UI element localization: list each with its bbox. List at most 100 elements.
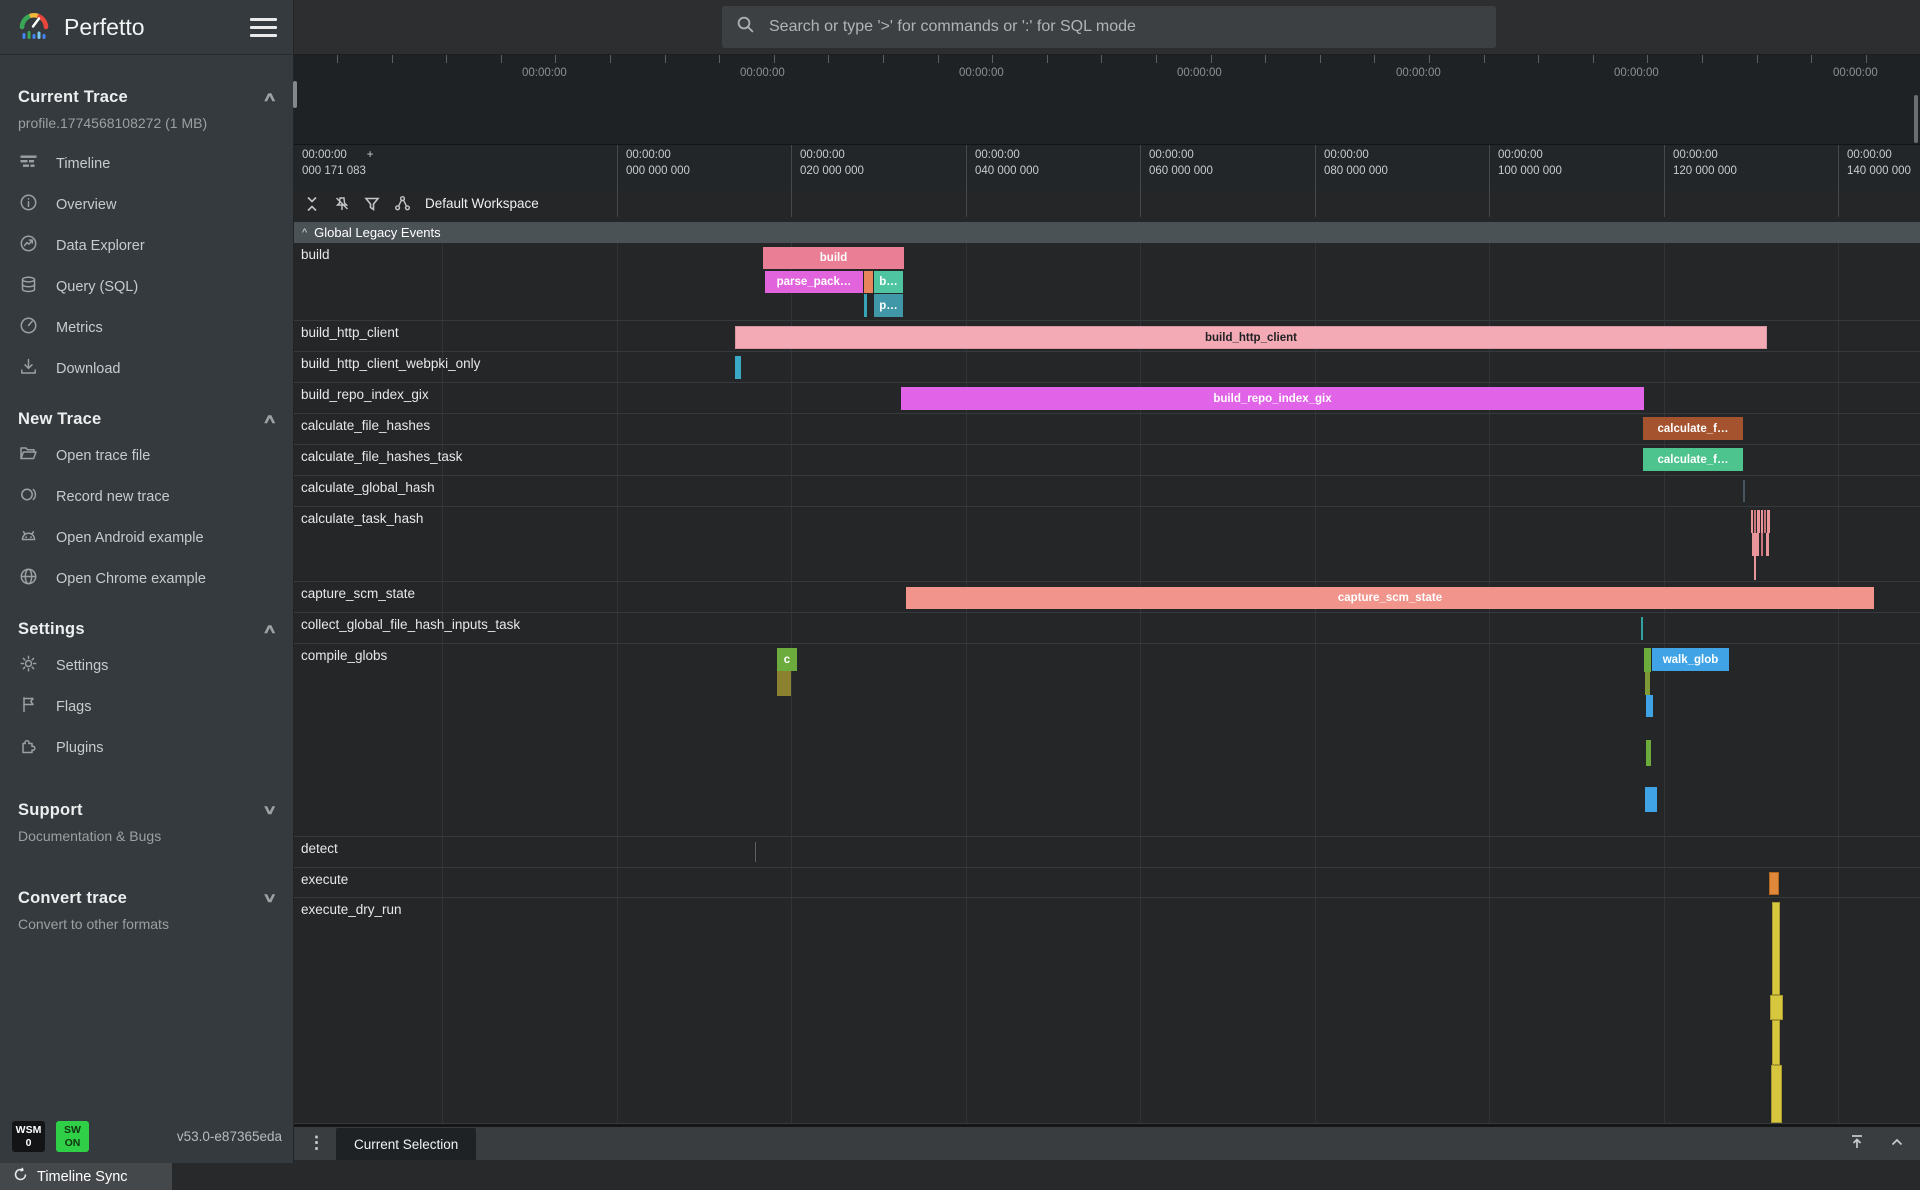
sidebar-item-open-trace-file[interactable]: Open trace file — [0, 435, 293, 476]
slice[interactable] — [864, 271, 873, 293]
chevron-down-icon[interactable]: ∨ — [263, 802, 278, 818]
bottom-panel — [294, 1160, 1920, 1190]
slice-build[interactable]: build — [763, 247, 904, 269]
chevron-up-icon[interactable]: ∧ — [263, 89, 278, 105]
sidebar-item-query-sql-[interactable]: Query (SQL) — [0, 266, 293, 307]
filter-icon[interactable] — [363, 195, 381, 213]
track-row-calculate_global_hash[interactable]: calculate_global_hash — [294, 476, 1920, 507]
speedometer-icon — [19, 316, 38, 339]
workspace-name[interactable]: Default Workspace — [425, 196, 539, 211]
slice-capture_scm_state[interactable]: capture_scm_state — [906, 587, 1874, 609]
slice-build_repo_index_gix[interactable]: build_repo_index_gix — [901, 387, 1644, 410]
slice-p[interactable]: p… — [874, 294, 903, 317]
slice[interactable] — [1770, 995, 1783, 1020]
slice[interactable] — [777, 671, 791, 696]
track-row-compile_globs[interactable]: compile_globs — [294, 644, 1920, 837]
slice-calculate_f[interactable]: calculate_f… — [1643, 448, 1743, 471]
slice[interactable] — [1772, 902, 1780, 995]
sidebar-item-metrics[interactable]: Metrics — [0, 307, 293, 348]
slice[interactable] — [1754, 556, 1756, 580]
sidebar-section-title: Current Trace — [18, 88, 128, 107]
track-row-build_http_client_webpki_only[interactable]: build_http_client_webpki_only — [294, 352, 1920, 383]
slice[interactable] — [735, 356, 741, 379]
timeline-sync-button[interactable]: Timeline Sync — [0, 1163, 172, 1190]
chevron-up-icon[interactable]: ∧ — [263, 621, 278, 637]
menu-icon[interactable] — [250, 13, 277, 42]
slice[interactable] — [755, 842, 756, 862]
slice[interactable] — [1751, 510, 1753, 533]
slice-b[interactable]: b… — [874, 271, 903, 293]
gear-icon — [19, 654, 38, 677]
time-ruler[interactable]: 00:00:00+000 171 08300:00:00000 000 0000… — [294, 145, 1920, 190]
slice-calculate_f[interactable]: calculate_f… — [1643, 417, 1743, 440]
track-row-execute[interactable]: execute — [294, 868, 1920, 898]
slice[interactable] — [864, 294, 867, 317]
sidebar: Perfetto Current Trace∧profile.177456810… — [0, 0, 294, 1163]
slice[interactable] — [1766, 533, 1769, 556]
slice[interactable] — [1645, 672, 1650, 695]
minimap-scrollbar-thumb[interactable] — [1914, 95, 1918, 143]
tab-current-selection[interactable]: Current Selection — [336, 1128, 476, 1160]
sidebar-section-header[interactable]: Settings∧ — [0, 613, 293, 645]
slice[interactable] — [1645, 787, 1657, 812]
workspace-icon[interactable] — [393, 195, 411, 213]
slice[interactable] — [1754, 510, 1756, 533]
sidebar-item-flags[interactable]: Flags — [0, 686, 293, 727]
minimap-time-label: 00:00:00 — [1177, 67, 1222, 79]
slice[interactable] — [1646, 740, 1651, 766]
track-name: execute_dry_run — [301, 902, 402, 917]
slice[interactable] — [1761, 510, 1763, 533]
sidebar-section-header[interactable]: Support∨ — [0, 794, 293, 826]
track-row-detect[interactable]: detect — [294, 837, 1920, 868]
slice[interactable] — [1752, 533, 1759, 556]
slice[interactable] — [1764, 510, 1766, 533]
track-row-execute_dry_run[interactable]: execute_dry_run — [294, 898, 1920, 1124]
track-group-header[interactable]: ^ Global Legacy Events — [294, 222, 1920, 243]
timeline-minimap[interactable]: 00:00:0000:00:0000:00:0000:00:0000:00:00… — [294, 55, 1920, 145]
sidebar-item-open-chrome-example[interactable]: Open Chrome example — [0, 558, 293, 599]
sidebar-section-header[interactable]: New Trace∧ — [0, 403, 293, 435]
sidebar-footer: WSM0 SWON v53.0-e87365eda — [0, 1121, 293, 1157]
chevron-down-icon[interactable]: ∨ — [263, 890, 278, 906]
track-row-calculate_task_hash[interactable]: calculate_task_hash — [294, 507, 1920, 582]
track-row-build[interactable]: build — [294, 243, 1920, 321]
track-row-collect_global_file_hash_inputs_task[interactable]: collect_global_file_hash_inputs_task — [294, 613, 1920, 644]
timeline-icon — [19, 152, 38, 175]
slice-parse_pack[interactable]: parse_pack… — [765, 271, 863, 293]
tab-menu-icon[interactable]: ⋮ — [308, 1133, 325, 1153]
slice-build_http_client[interactable]: build_http_client — [735, 326, 1767, 349]
search-input[interactable] — [767, 17, 1482, 37]
slice-c[interactable]: c — [777, 648, 797, 671]
slice[interactable] — [1772, 1020, 1780, 1065]
ruler-time-label: 00:00:00 — [626, 148, 791, 164]
sidebar-item-overview[interactable]: Overview — [0, 184, 293, 225]
track-name: detect — [301, 841, 338, 856]
sidebar-item-timeline[interactable]: Timeline — [0, 143, 293, 184]
slice-walk_glob[interactable]: walk_glob — [1652, 648, 1729, 671]
chevron-up-icon[interactable] — [1888, 1133, 1906, 1156]
slice[interactable] — [1757, 510, 1760, 533]
left-scrollbar-thumb[interactable] — [293, 81, 297, 108]
search-box[interactable] — [722, 6, 1496, 48]
slice[interactable] — [1767, 510, 1770, 533]
sidebar-item-settings[interactable]: Settings — [0, 645, 293, 686]
chevron-up-icon[interactable]: ∧ — [263, 411, 278, 427]
sidebar-section-header[interactable]: Current Trace ∧ — [0, 81, 293, 113]
slice[interactable] — [1769, 872, 1779, 895]
sidebar-item-record-new-trace[interactable]: Record new trace — [0, 476, 293, 517]
sidebar-item-data-explorer[interactable]: Data Explorer — [0, 225, 293, 266]
slice[interactable] — [1771, 1065, 1782, 1123]
collapse-tracks-icon[interactable] — [303, 195, 321, 213]
slice[interactable] — [1743, 480, 1745, 502]
pin-off-icon[interactable] — [333, 195, 351, 213]
sidebar-section-header[interactable]: Convert trace∨ — [0, 882, 293, 914]
expand-panel-icon[interactable] — [1848, 1133, 1866, 1156]
slice[interactable] — [1641, 617, 1643, 640]
slice[interactable] — [1761, 533, 1763, 556]
sidebar-item-open-android-example[interactable]: Open Android example — [0, 517, 293, 558]
slice[interactable] — [1646, 695, 1653, 717]
sidebar-item-plugins[interactable]: Plugins — [0, 727, 293, 768]
slice[interactable] — [1644, 648, 1651, 672]
group-collapse-icon[interactable]: ^ — [302, 227, 307, 239]
sidebar-item-download[interactable]: Download — [0, 348, 293, 389]
